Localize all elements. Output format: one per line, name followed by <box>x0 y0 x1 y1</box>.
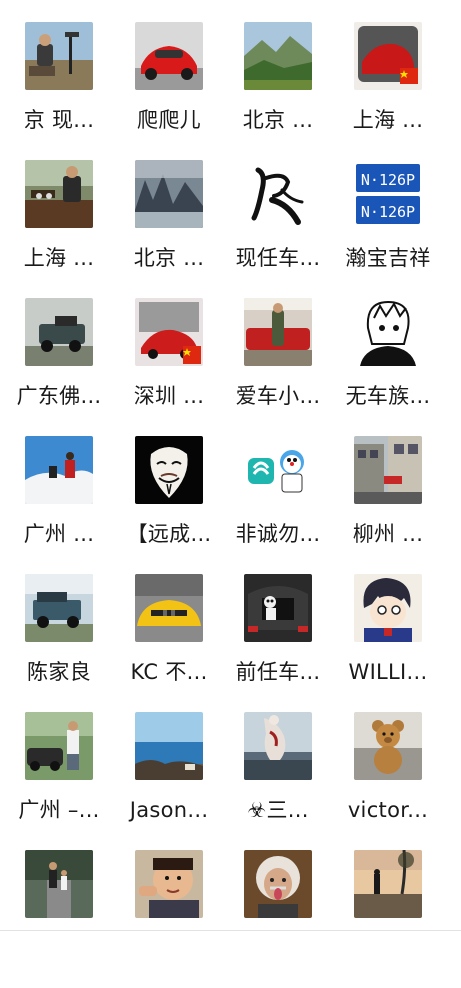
member-avatar[interactable] <box>354 436 422 504</box>
member-item[interactable]: 广州 –... <box>3 712 115 850</box>
svg-text:N·126P: N·126P <box>361 171 415 189</box>
member-avatar[interactable] <box>135 298 203 366</box>
member-avatar[interactable] <box>25 298 93 366</box>
member-item[interactable] <box>113 850 225 988</box>
member-item[interactable]: 北京 ... <box>222 22 334 160</box>
member-item[interactable] <box>332 850 444 988</box>
member-item[interactable]: 北京 ... <box>113 160 225 298</box>
member-item[interactable]: 无车族... <box>332 298 444 436</box>
member-avatar[interactable] <box>244 160 312 228</box>
member-item[interactable]: 非诚勿... <box>222 436 334 574</box>
member-name: 现任车... <box>235 246 321 270</box>
member-avatar[interactable] <box>25 436 93 504</box>
member-avatar[interactable] <box>25 712 93 780</box>
member-name: 非诚勿... <box>235 522 321 546</box>
member-avatar[interactable] <box>244 22 312 90</box>
member-avatar[interactable] <box>354 712 422 780</box>
member-name: 广州 –... <box>18 798 100 822</box>
member-avatar[interactable] <box>135 850 203 918</box>
member-avatar[interactable] <box>244 712 312 780</box>
member-item[interactable]: 上海 ... <box>332 22 444 160</box>
member-item[interactable] <box>222 850 334 988</box>
member-avatar[interactable] <box>244 574 312 642</box>
member-item[interactable]: 京 现... <box>3 22 115 160</box>
member-item[interactable]: 【远成... <box>113 436 225 574</box>
member-name: 爬爬儿 <box>137 108 201 132</box>
member-avatar[interactable] <box>25 574 93 642</box>
member-avatar[interactable] <box>244 298 312 366</box>
member-item[interactable]: 前任车... <box>222 574 334 712</box>
member-name: WILLI... <box>348 660 428 684</box>
member-avatar[interactable] <box>25 22 93 90</box>
member-name: 北京 ... <box>242 108 314 132</box>
member-item[interactable]: N·126P N·126P 瀚宝吉祥 <box>332 160 444 298</box>
member-name: 广州 ... <box>23 522 95 546</box>
member-item[interactable]: KC 不... <box>113 574 225 712</box>
member-item[interactable]: 爬爬儿 <box>113 22 225 160</box>
member-name: victor... <box>347 798 429 822</box>
member-item[interactable]: 上海 ... <box>3 160 115 298</box>
member-avatar[interactable]: N·126P N·126P <box>354 160 422 228</box>
member-avatar[interactable] <box>135 574 203 642</box>
member-avatar[interactable] <box>25 160 93 228</box>
member-name: ☣三... <box>247 798 309 822</box>
member-item[interactable] <box>3 850 115 988</box>
member-name: 陈家良 <box>27 660 91 684</box>
member-avatar[interactable] <box>354 22 422 90</box>
member-item[interactable]: Jason... <box>113 712 225 850</box>
member-item[interactable]: 陈家良 <box>3 574 115 712</box>
member-avatar[interactable] <box>244 850 312 918</box>
member-avatar[interactable] <box>135 160 203 228</box>
member-name: 爱车小... <box>235 384 321 408</box>
member-name: Jason... <box>129 798 209 822</box>
member-name: 无车族... <box>345 384 431 408</box>
bottom-divider <box>0 930 461 931</box>
member-item[interactable]: 广东佛... <box>3 298 115 436</box>
member-avatar[interactable] <box>135 22 203 90</box>
member-item[interactable]: ☣三... <box>222 712 334 850</box>
member-avatar[interactable] <box>354 298 422 366</box>
member-avatar[interactable] <box>354 574 422 642</box>
member-name: 深圳 ... <box>133 384 205 408</box>
member-name: 上海 ... <box>23 246 95 270</box>
member-avatar[interactable] <box>244 436 312 504</box>
member-name: 瀚宝吉祥 <box>345 246 431 270</box>
member-item[interactable]: 爱车小... <box>222 298 334 436</box>
member-avatar[interactable] <box>354 850 422 918</box>
member-item[interactable]: 柳州 ... <box>332 436 444 574</box>
member-name: 柳州 ... <box>352 522 424 546</box>
member-name: 北京 ... <box>133 246 205 270</box>
member-name: 【远成... <box>126 522 212 546</box>
member-avatar[interactable] <box>25 850 93 918</box>
member-grid: 京 现... 爬爬儿 北京 ... 上海 ... 上海 ... 北京 ... 现任车... N… <box>0 0 461 930</box>
member-item[interactable]: WILLI... <box>332 574 444 712</box>
member-item[interactable]: 现任车... <box>222 160 334 298</box>
member-item[interactable]: 深圳 ... <box>113 298 225 436</box>
member-name: KC 不... <box>130 660 208 684</box>
member-name: 京 现... <box>23 108 95 132</box>
member-name: 广东佛... <box>16 384 102 408</box>
member-item[interactable]: 广州 ... <box>3 436 115 574</box>
svg-text:N·126P: N·126P <box>361 203 415 221</box>
member-name: 上海 ... <box>352 108 424 132</box>
member-avatar[interactable] <box>135 436 203 504</box>
member-item[interactable]: victor... <box>332 712 444 850</box>
member-avatar[interactable] <box>135 712 203 780</box>
member-name: 前任车... <box>235 660 321 684</box>
